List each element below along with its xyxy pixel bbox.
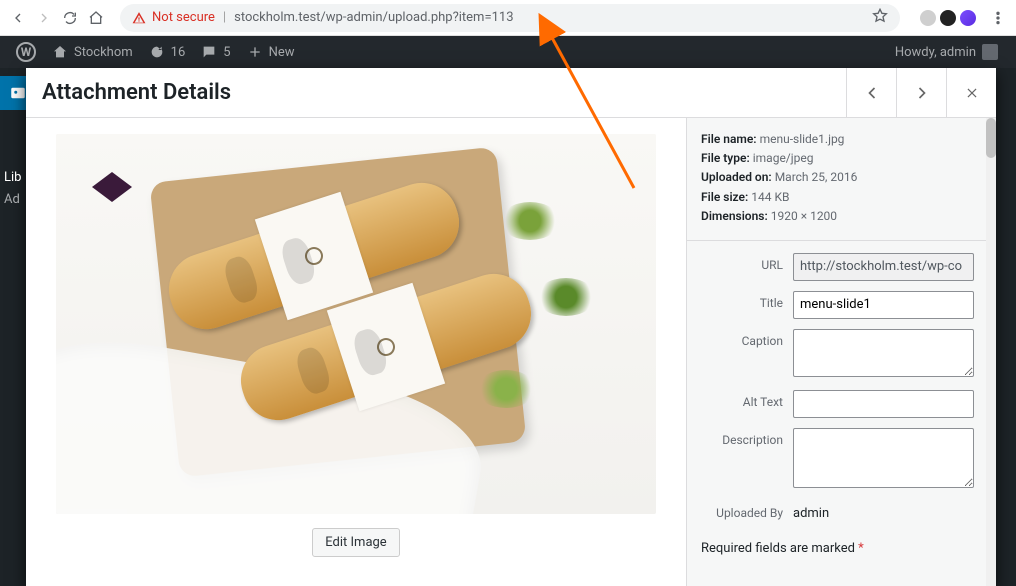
comments-menu[interactable]: 5 xyxy=(193,36,238,68)
attachment-preview-pane: Edit Image xyxy=(26,118,686,586)
extensions-area xyxy=(920,10,976,26)
uploaded-by-value: admin xyxy=(793,501,986,521)
account-menu[interactable]: Howdy, admin xyxy=(895,44,1008,60)
title-label: Title xyxy=(687,291,793,310)
new-label: New xyxy=(269,45,295,60)
url-text: stockholm.test/wp-admin/upload.php?item=… xyxy=(234,10,513,25)
sidebar-label-addnew[interactable]: Ad xyxy=(0,192,20,207)
dimensions-value: 1920 × 1200 xyxy=(771,209,837,223)
updates-menu[interactable]: 16 xyxy=(141,36,194,68)
url-label: URL xyxy=(687,253,793,272)
modal-header: Attachment Details xyxy=(26,68,996,118)
forward-icon[interactable] xyxy=(34,8,54,28)
attachment-meta: File name: menu-slide1.jpg File type: im… xyxy=(687,118,996,241)
not-secure-badge: Not secure xyxy=(132,10,215,25)
caption-field[interactable] xyxy=(793,329,974,377)
attachment-details-pane: File name: menu-slide1.jpg File type: im… xyxy=(686,118,996,586)
close-modal-button[interactable] xyxy=(946,68,996,117)
url-separator: | xyxy=(223,10,226,25)
site-name: Stockhom xyxy=(74,45,133,60)
new-content-menu[interactable]: New xyxy=(239,36,303,68)
file-type-label: File type: xyxy=(701,151,750,165)
uploaded-on-label: Uploaded on: xyxy=(701,170,772,184)
sidebar-label-library[interactable]: Lib xyxy=(0,170,21,185)
howdy-label: Howdy, admin xyxy=(895,45,976,60)
plus-icon xyxy=(247,44,263,60)
alt-text-field[interactable] xyxy=(793,390,974,418)
extension-icon[interactable] xyxy=(920,10,936,26)
url-field[interactable] xyxy=(793,253,974,281)
avatar xyxy=(982,44,998,60)
comments-count: 5 xyxy=(223,45,230,60)
attachment-details-modal: Attachment Details Edit Image File name: xyxy=(26,68,996,586)
reload-icon[interactable] xyxy=(60,8,80,28)
required-star: * xyxy=(858,541,864,556)
wp-adminbar: W Stockhom 16 5 New Howdy, admin xyxy=(0,36,1016,68)
overflow-menu-icon[interactable] xyxy=(988,8,1008,28)
profile-avatar-icon[interactable] xyxy=(960,10,976,26)
uploaded-by-label: Uploaded By xyxy=(687,501,793,520)
home-icon xyxy=(52,44,68,60)
comment-icon xyxy=(201,44,217,60)
caption-label: Caption xyxy=(687,329,793,348)
file-name-label: File name: xyxy=(701,132,757,146)
back-icon[interactable] xyxy=(8,8,28,28)
updates-count: 16 xyxy=(171,45,186,60)
modal-title: Attachment Details xyxy=(26,68,846,117)
wp-logo-menu[interactable]: W xyxy=(8,36,44,68)
title-field[interactable] xyxy=(793,291,974,319)
next-attachment-button[interactable] xyxy=(896,68,946,117)
description-label: Description xyxy=(687,428,793,447)
address-bar[interactable]: Not secure | stockholm.test/wp-admin/upl… xyxy=(120,4,900,32)
edit-image-button[interactable]: Edit Image xyxy=(312,528,399,557)
file-size-label: File size: xyxy=(701,190,748,204)
prev-attachment-button[interactable] xyxy=(846,68,896,117)
site-name-menu[interactable]: Stockhom xyxy=(44,36,141,68)
file-size-value: 144 KB xyxy=(751,190,789,204)
extension-icon[interactable] xyxy=(940,10,956,26)
attachment-image xyxy=(56,134,656,514)
required-fields-note: Required fields are marked * xyxy=(687,537,996,570)
browser-toolbar: Not secure | stockholm.test/wp-admin/upl… xyxy=(0,0,1016,36)
dimensions-label: Dimensions: xyxy=(701,209,768,223)
updates-icon xyxy=(149,44,165,60)
file-name-value: menu-slide1.jpg xyxy=(760,132,845,146)
uploaded-on-value: March 25, 2016 xyxy=(775,170,858,184)
file-type-value: image/jpeg xyxy=(753,151,814,165)
not-secure-label: Not secure xyxy=(152,10,215,25)
scrollbar-thumb[interactable] xyxy=(986,118,996,158)
description-field[interactable] xyxy=(793,428,974,488)
home-icon[interactable] xyxy=(86,8,106,28)
attachment-form: URL Title Caption Alt Text Description xyxy=(687,241,996,537)
scrollbar-track[interactable] xyxy=(986,118,996,586)
wordpress-logo-icon: W xyxy=(16,42,36,62)
bookmark-star-icon[interactable] xyxy=(872,8,888,28)
alt-text-label: Alt Text xyxy=(687,390,793,409)
